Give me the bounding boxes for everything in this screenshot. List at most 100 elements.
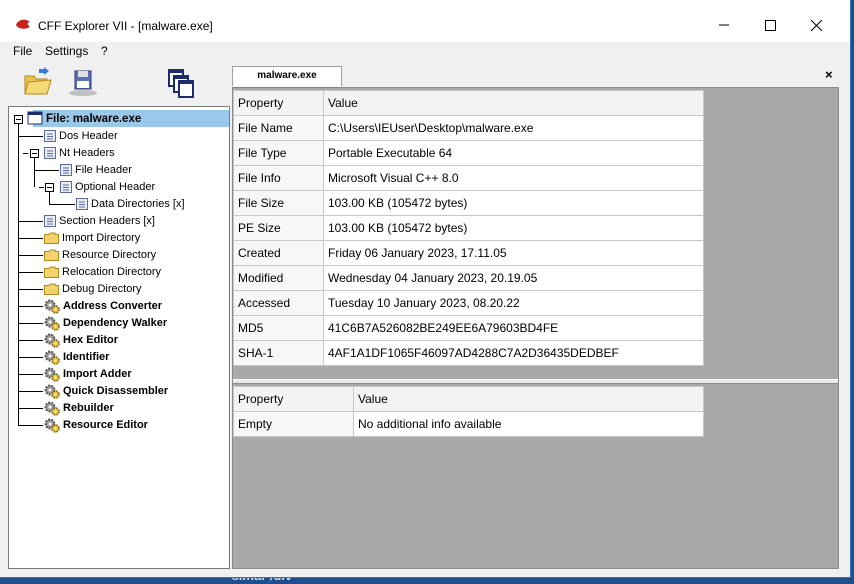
gear-icon	[44, 350, 60, 365]
gear-icon	[44, 333, 60, 348]
pe-file-icon	[27, 111, 43, 125]
tree-item-data-directories[interactable]: Data Directories [x]	[76, 196, 185, 212]
column-header-value[interactable]: Value	[353, 386, 704, 412]
folder-icon	[44, 283, 59, 295]
file-properties-pane: Property Value File Name C:\Users\IEUser\…	[233, 88, 838, 379]
column-header-property[interactable]: Property	[233, 90, 324, 116]
table-header-row: Property Value	[233, 90, 704, 116]
value-cell[interactable]: 103.00 KB (105472 bytes)	[323, 215, 704, 241]
value-cell[interactable]: Microsoft Visual C++ 8.0	[323, 165, 704, 191]
table-row[interactable]: File Name C:\Users\IEUser\Desktop\malware…	[233, 115, 704, 141]
value-cell[interactable]: C:\Users\IEUser\Desktop\malware.exe	[323, 115, 704, 141]
table-header-row: Property Value	[233, 386, 704, 412]
tree-item-nt-headers[interactable]: Nt Headers	[44, 145, 115, 161]
table-row[interactable]: File Info Microsoft Visual C++ 8.0	[233, 165, 704, 191]
tree-item-label: Identifier	[63, 351, 110, 363]
property-cell: MD5	[233, 315, 324, 341]
value-cell[interactable]: 4AF1A1DF1065F46097AD4288C7A2D36435DEDBEF	[323, 340, 704, 366]
table-row[interactable]: PE Size 103.00 KB (105472 bytes)	[233, 215, 704, 241]
value-cell[interactable]: Tuesday 10 January 2023, 08.20.22	[323, 290, 704, 316]
tree-item-quick-disassembler[interactable]: Quick Disassembler	[44, 383, 168, 399]
column-header-value[interactable]: Value	[323, 90, 704, 116]
value-cell[interactable]: Portable Executable 64	[323, 140, 704, 166]
table-row[interactable]: Created Friday 06 January 2023, 17.11.05	[233, 240, 704, 266]
folder-icon	[44, 249, 59, 261]
property-cell: SHA-1	[233, 340, 324, 366]
menu-settings[interactable]: Settings	[45, 44, 88, 58]
tree-item-relocation-directory[interactable]: Relocation Directory	[44, 264, 161, 280]
table-row[interactable]: MD5 41C6B7A526082BE249EE6A79603BD4FE	[233, 315, 704, 341]
content-area: Property Value File Name C:\Users\IEUser\…	[232, 87, 839, 569]
value-cell[interactable]: 103.00 KB (105472 bytes)	[323, 190, 704, 216]
menu-file[interactable]: File	[13, 44, 32, 58]
tree-item-file-header[interactable]: File Header	[60, 162, 132, 178]
gear-icon	[44, 418, 60, 433]
gear-icon	[44, 384, 60, 399]
folder-icon	[44, 266, 59, 278]
property-cell: Created	[233, 240, 324, 266]
property-cell: Empty	[233, 411, 354, 437]
tree-item-label: Dependency Walker	[63, 317, 168, 329]
table-row[interactable]: Empty No additional info available	[233, 411, 704, 437]
app-logo-icon	[16, 19, 30, 29]
tree-item-resource-directory[interactable]: Resource Directory	[44, 247, 156, 263]
tree-root-file[interactable]: File: malware.exe	[43, 111, 141, 127]
tree-item-address-converter[interactable]: Address Converter	[44, 298, 162, 314]
tree-item-rebuilder[interactable]: Rebuilder	[44, 400, 114, 416]
menu-help[interactable]: ?	[101, 44, 108, 58]
file-properties-table: Property Value File Name C:\Users\IEUser\…	[233, 90, 704, 366]
tree-item-identifier[interactable]: Identifier	[44, 349, 109, 365]
document-tab-bar: malware.exe ×	[232, 64, 844, 86]
window-title: CFF Explorer VII - [malware.exe]	[38, 19, 213, 33]
property-cell: Modified	[233, 265, 324, 291]
windows-icon[interactable]	[167, 68, 195, 98]
header-icon	[44, 147, 56, 159]
tree-item-import-directory[interactable]: Import Directory	[44, 230, 140, 246]
tab-malware-exe[interactable]: malware.exe	[232, 66, 342, 86]
tree-item-debug-directory[interactable]: Debug Directory	[44, 281, 141, 297]
tree-item-section-headers[interactable]: Section Headers [x]	[44, 213, 155, 229]
gear-icon	[44, 367, 60, 382]
header-icon	[60, 164, 72, 176]
tree-item-hex-editor[interactable]: Hex Editor	[44, 332, 118, 348]
tab-close-button[interactable]: ×	[825, 67, 833, 82]
property-cell: File Size	[233, 190, 324, 216]
tree-item-label: Import Directory	[62, 232, 141, 244]
tree-item-label: Address Converter	[63, 300, 163, 312]
value-cell[interactable]: Friday 06 January 2023, 17.11.05	[323, 240, 704, 266]
menu-bar: File Settings ?	[0, 42, 850, 64]
value-cell[interactable]: 41C6B7A526082BE249EE6A79603BD4FE	[323, 315, 704, 341]
table-row[interactable]: File Type Portable Executable 64	[233, 140, 704, 166]
table-row[interactable]: Accessed Tuesday 10 January 2023, 08.20.2…	[233, 290, 704, 316]
table-row[interactable]: SHA-1 4AF1A1DF1065F46097AD4288C7A2D36435D…	[233, 340, 704, 366]
tree-item-label: Relocation Directory	[62, 266, 162, 278]
value-cell[interactable]: Wednesday 04 January 2023, 20.19.05	[323, 265, 704, 291]
table-row[interactable]: Modified Wednesday 04 January 2023, 20.19…	[233, 265, 704, 291]
property-cell: PE Size	[233, 215, 324, 241]
gear-icon	[44, 299, 60, 314]
cff-explorer-window: CFF Explorer VII - [malware.exe] File Se…	[0, 0, 851, 578]
property-cell: File Info	[233, 165, 324, 191]
open-file-icon[interactable]	[22, 66, 52, 98]
title-bar: CFF Explorer VII - [malware.exe]	[0, 0, 850, 42]
tree-item-label: Rebuilder	[63, 402, 114, 414]
maximize-button[interactable]	[747, 9, 793, 41]
header-icon	[76, 198, 88, 210]
tree-item-import-adder[interactable]: Import Adder	[44, 366, 132, 382]
tree-item-label: Quick Disassembler	[63, 385, 169, 397]
tree-item-dependency-walker[interactable]: Dependency Walker	[44, 315, 167, 331]
close-button[interactable]	[793, 9, 839, 41]
column-header-property[interactable]: Property	[233, 386, 354, 412]
tree-item-optional-header[interactable]: Optional Header	[60, 179, 155, 195]
tree-item-dos-header[interactable]: Dos Header	[44, 128, 118, 144]
table-row[interactable]: File Size 103.00 KB (105472 bytes)	[233, 190, 704, 216]
tree-item-label: Debug Directory	[62, 283, 142, 295]
value-cell[interactable]: No additional info available	[353, 411, 704, 437]
tree-item-label: Optional Header	[75, 181, 156, 193]
property-cell: File Type	[233, 140, 324, 166]
tree-item-label: Dos Header	[59, 130, 118, 142]
tree-item-resource-editor[interactable]: Resource Editor	[44, 417, 148, 433]
tree-item-label: Hex Editor	[63, 334, 119, 346]
minimize-button[interactable]	[701, 9, 747, 41]
save-file-icon[interactable]	[66, 67, 100, 97]
